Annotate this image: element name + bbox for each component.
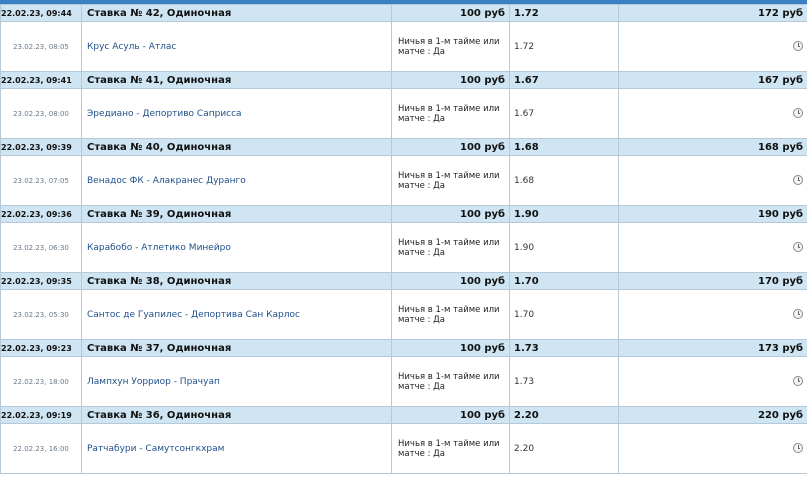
event-date: 22.02.23, 18:00: [0, 356, 82, 407]
bet-detail-row: 23.02.23, 06:30 Карабобо - Атлетико Мине…: [0, 222, 807, 273]
event-odds: 2.20: [509, 423, 619, 474]
bet-coefficient: 2.20: [509, 406, 619, 424]
event-odds: 1.68: [509, 155, 619, 206]
clock-icon: [793, 443, 803, 454]
event-date: 22.02.23, 16:00: [0, 423, 82, 474]
bet-placed-date: 22.02.23, 09:39: [0, 138, 82, 156]
bet-payout: 168 руб: [618, 138, 807, 156]
bet-payout: 170 руб: [618, 272, 807, 290]
bet-title[interactable]: Ставка № 36, Одиночная: [81, 406, 392, 424]
bet-payout: 172 руб: [618, 4, 807, 22]
bet-status: [618, 289, 807, 340]
bet-detail-row: 23.02.23, 08:05 Крус Асуль - Атлас Ничья…: [0, 21, 807, 72]
bet-status: [618, 155, 807, 206]
event-odds: 1.70: [509, 289, 619, 340]
bet-title[interactable]: Ставка № 37, Одиночная: [81, 339, 392, 357]
clock-icon: [793, 108, 803, 119]
bet-payout: 190 руб: [618, 205, 807, 223]
bet-amount: 100 руб: [391, 4, 510, 22]
bet-coefficient: 1.70: [509, 272, 619, 290]
event-date: 23.02.23, 06:30: [0, 222, 82, 273]
bet-placed-date: 22.02.23, 09:23: [0, 339, 82, 357]
bet-amount: 100 руб: [391, 71, 510, 89]
bet-detail-row: 23.02.23, 07:05 Венадос ФК - Алакранес Д…: [0, 155, 807, 206]
bet-detail-row: 22.02.23, 16:00 Ратчабури - Самутсонгкхр…: [0, 423, 807, 474]
bet-title[interactable]: Ставка № 38, Одиночная: [81, 272, 392, 290]
event-name[interactable]: Крус Асуль - Атлас: [81, 21, 392, 72]
event-odds: 1.90: [509, 222, 619, 273]
bet-title[interactable]: Ставка № 40, Одиночная: [81, 138, 392, 156]
bet-payout: 173 руб: [618, 339, 807, 357]
bet-placed-date: 22.02.23, 09:44: [0, 4, 82, 22]
bet-header-row[interactable]: 22.02.23, 09:19 Ставка № 36, Одиночная 1…: [0, 406, 807, 424]
bet-history-body: 22.02.23, 09:44 Ставка № 42, Одиночная 1…: [0, 4, 807, 474]
bet-market: Ничья в 1-м тайме или матче : Да: [391, 88, 510, 139]
bet-placed-date: 22.02.23, 09:36: [0, 205, 82, 223]
bet-payout: 167 руб: [618, 71, 807, 89]
bet-detail-row: 22.02.23, 18:00 Лампхун Уорриор - Прачуа…: [0, 356, 807, 407]
bet-status: [618, 356, 807, 407]
bet-placed-date: 22.02.23, 09:35: [0, 272, 82, 290]
bet-market: Ничья в 1-м тайме или матче : Да: [391, 222, 510, 273]
event-date: 23.02.23, 08:05: [0, 21, 82, 72]
clock-icon: [793, 309, 803, 320]
bet-payout: 220 руб: [618, 406, 807, 424]
event-name[interactable]: Лампхун Уорриор - Прачуап: [81, 356, 392, 407]
bet-coefficient: 1.73: [509, 339, 619, 357]
event-date: 23.02.23, 07:05: [0, 155, 82, 206]
bet-status: [618, 423, 807, 474]
bet-amount: 100 руб: [391, 339, 510, 357]
bet-amount: 100 руб: [391, 272, 510, 290]
bet-coefficient: 1.67: [509, 71, 619, 89]
bet-header-row[interactable]: 22.02.23, 09:23 Ставка № 37, Одиночная 1…: [0, 339, 807, 357]
bet-market: Ничья в 1-м тайме или матче : Да: [391, 21, 510, 72]
bet-detail-row: 23.02.23, 08:00 Эредиано - Депортиво Сап…: [0, 88, 807, 139]
bet-status: [618, 222, 807, 273]
clock-icon: [793, 376, 803, 387]
clock-icon: [793, 175, 803, 186]
bet-coefficient: 1.90: [509, 205, 619, 223]
bet-status: [618, 21, 807, 72]
bet-title[interactable]: Ставка № 41, Одиночная: [81, 71, 392, 89]
bet-amount: 100 руб: [391, 406, 510, 424]
bet-amount: 100 руб: [391, 138, 510, 156]
event-name[interactable]: Сантос де Гуапилес - Депортива Сан Карло…: [81, 289, 392, 340]
event-name[interactable]: Карабобо - Атлетико Минейро: [81, 222, 392, 273]
bet-coefficient: 1.72: [509, 4, 619, 22]
bet-header-row[interactable]: 22.02.23, 09:39 Ставка № 40, Одиночная 1…: [0, 138, 807, 156]
event-odds: 1.72: [509, 21, 619, 72]
bet-header-row[interactable]: 22.02.23, 09:44 Ставка № 42, Одиночная 1…: [0, 4, 807, 22]
event-name[interactable]: Ратчабури - Самутсонгкхрам: [81, 423, 392, 474]
event-odds: 1.73: [509, 356, 619, 407]
event-date: 23.02.23, 05:30: [0, 289, 82, 340]
event-date: 23.02.23, 08:00: [0, 88, 82, 139]
bet-market: Ничья в 1-м тайме или матче : Да: [391, 356, 510, 407]
bet-market: Ничья в 1-м тайме или матче : Да: [391, 289, 510, 340]
bet-history-table: 22.02.23, 09:44 Ставка № 42, Одиночная 1…: [0, 4, 807, 474]
bet-header-row[interactable]: 22.02.23, 09:35 Ставка № 38, Одиночная 1…: [0, 272, 807, 290]
bet-title[interactable]: Ставка № 42, Одиночная: [81, 4, 392, 22]
event-name[interactable]: Эредиано - Депортиво Саприсса: [81, 88, 392, 139]
bet-placed-date: 22.02.23, 09:41: [0, 71, 82, 89]
event-name[interactable]: Венадос ФК - Алакранес Дуранго: [81, 155, 392, 206]
bet-market: Ничья в 1-м тайме или матче : Да: [391, 423, 510, 474]
bet-status: [618, 88, 807, 139]
bet-placed-date: 22.02.23, 09:19: [0, 406, 82, 424]
bet-title[interactable]: Ставка № 39, Одиночная: [81, 205, 392, 223]
bet-market: Ничья в 1-м тайме или матче : Да: [391, 155, 510, 206]
bet-header-row[interactable]: 22.02.23, 09:41 Ставка № 41, Одиночная 1…: [0, 71, 807, 89]
event-odds: 1.67: [509, 88, 619, 139]
bet-coefficient: 1.68: [509, 138, 619, 156]
bet-detail-row: 23.02.23, 05:30 Сантос де Гуапилес - Деп…: [0, 289, 807, 340]
bet-amount: 100 руб: [391, 205, 510, 223]
clock-icon: [793, 242, 803, 253]
clock-icon: [793, 41, 803, 52]
bet-header-row[interactable]: 22.02.23, 09:36 Ставка № 39, Одиночная 1…: [0, 205, 807, 223]
